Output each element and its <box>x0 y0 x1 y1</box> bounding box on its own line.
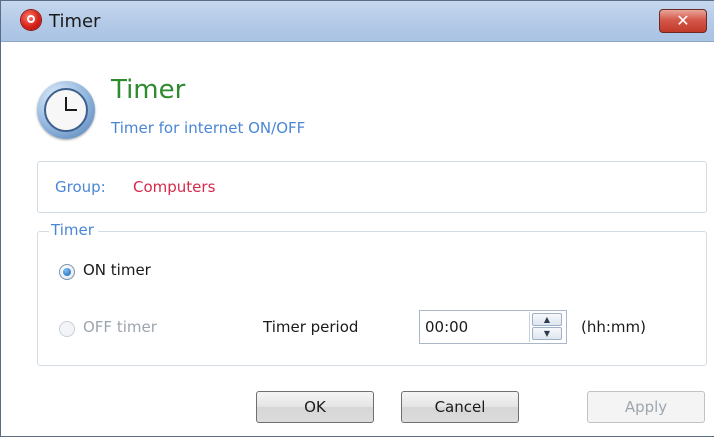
on-timer-label[interactable]: ON timer <box>83 261 151 279</box>
off-timer-radio[interactable] <box>59 321 75 337</box>
timer-dialog: Timer ✕ Timer Timer for internet ON/OFF … <box>0 0 714 437</box>
window-title: Timer <box>49 11 101 32</box>
timer-groupbox <box>37 231 707 366</box>
close-button[interactable]: ✕ <box>659 9 707 33</box>
page-subtitle: Timer for internet ON/OFF <box>111 119 306 137</box>
ok-button[interactable]: OK <box>256 391 374 423</box>
timer-period-value[interactable]: 00:00 <box>425 318 468 336</box>
group-label: Group: <box>55 178 106 196</box>
clock-icon <box>37 81 95 139</box>
timer-period-spinner: ▲ ▼ <box>529 312 565 342</box>
cancel-button[interactable]: Cancel <box>401 391 519 423</box>
group-value: Computers <box>133 178 216 196</box>
title-bar[interactable]: Timer ✕ <box>1 1 714 42</box>
off-timer-label[interactable]: OFF timer <box>83 318 157 336</box>
clock-minute-hand <box>65 109 77 111</box>
on-timer-radio[interactable] <box>59 264 75 280</box>
spin-down-icon[interactable]: ▼ <box>532 327 562 340</box>
spin-up-icon[interactable]: ▲ <box>532 313 562 326</box>
timer-period-label: Timer period <box>263 318 359 336</box>
apply-button[interactable]: Apply <box>587 391 705 423</box>
app-logo-icon <box>21 10 41 30</box>
timer-period-units: (hh:mm) <box>581 318 646 336</box>
timer-groupbox-legend: Timer <box>49 221 98 239</box>
page-title: Timer <box>111 75 186 105</box>
